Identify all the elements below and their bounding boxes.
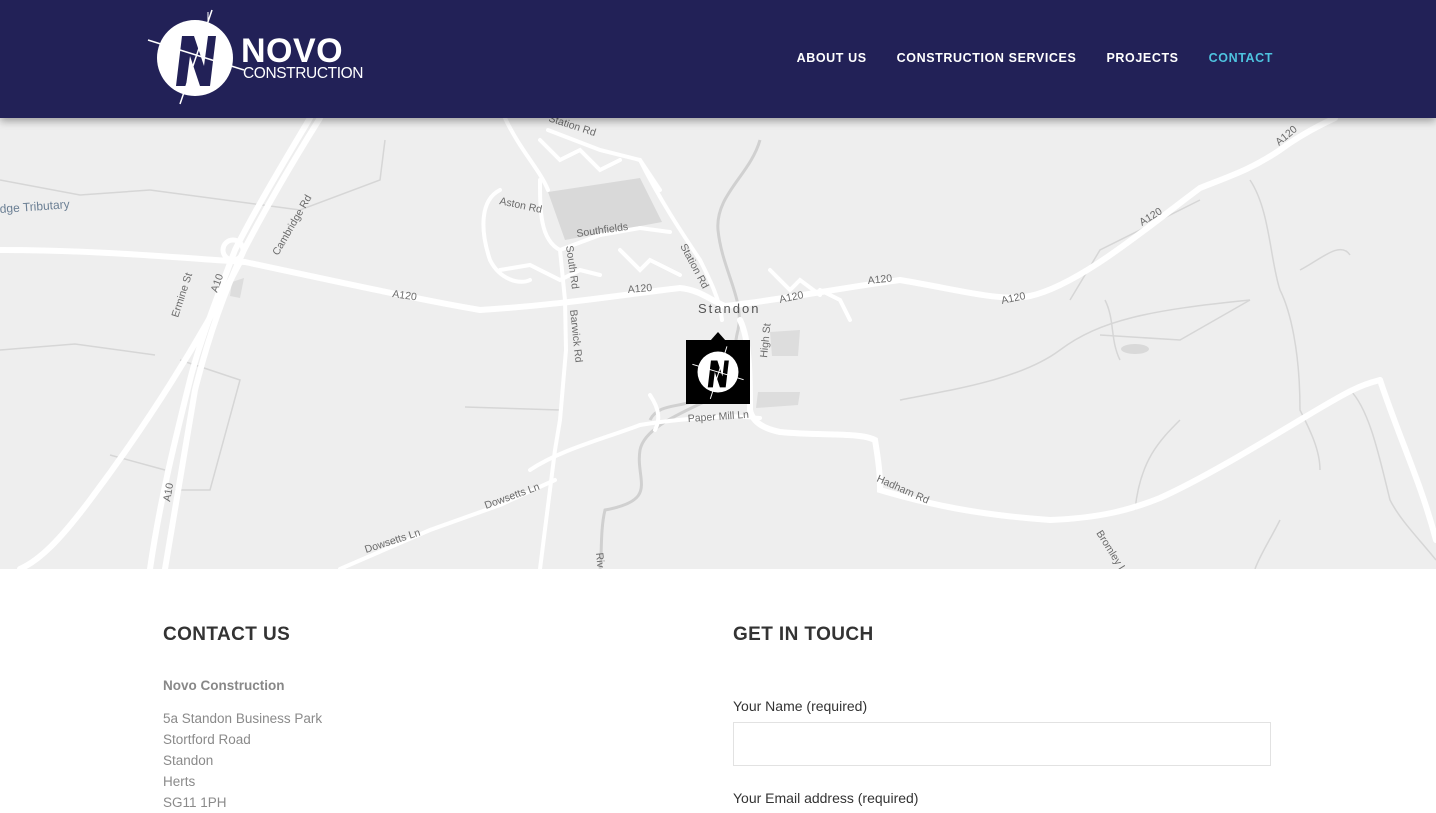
contact-section: CONTACT US Novo Construction 5a Standon … bbox=[163, 622, 683, 810]
address-line: Stortford Road bbox=[163, 732, 251, 747]
map-label-cambridge-rd: Cambridge Rd bbox=[270, 193, 314, 258]
location-map[interactable]: dge Tributary Cambridge Rd Ermine St A10… bbox=[0, 118, 1436, 569]
novo-logo-icon bbox=[692, 346, 744, 400]
map-label-tributary: dge Tributary bbox=[0, 197, 70, 216]
map-label-a120-2: A120 bbox=[627, 282, 653, 296]
map-label-high-st: High St bbox=[758, 323, 774, 359]
get-in-touch-section: GET IN TOUCH Your Name (required) Your E… bbox=[733, 622, 1273, 806]
map-label-paper-mill-ln: Paper Mill Ln bbox=[687, 409, 749, 425]
map-label-aston-rd: Aston Rd bbox=[498, 195, 543, 216]
map-label-dowsetts-ln-2: Dowsetts Ln bbox=[363, 527, 422, 556]
nav-construction-services[interactable]: CONSTRUCTION SERVICES bbox=[897, 50, 1077, 66]
map-label-bromley: Bromley L bbox=[1093, 528, 1128, 569]
map-label-river: Riv bbox=[593, 552, 607, 569]
map-label-station-rd-top: Station Rd bbox=[547, 118, 597, 139]
address-line: 5a Standon Business Park bbox=[163, 711, 323, 726]
contact-heading: CONTACT US bbox=[163, 624, 291, 645]
nav-projects[interactable]: PROJECTS bbox=[1106, 50, 1178, 66]
map-label-a120-5: A120 bbox=[1000, 290, 1027, 307]
map-label-standon: Standon bbox=[698, 301, 760, 316]
map-marker[interactable] bbox=[686, 340, 750, 404]
map-label-south-rd: South Rd bbox=[563, 245, 581, 290]
map-label-dowsetts-ln-1: Dowsetts Ln bbox=[483, 481, 542, 512]
novo-logo[interactable]: NOVO CONSTRUCTION bbox=[146, 8, 366, 108]
logo-subtitle: CONSTRUCTION bbox=[243, 65, 364, 82]
address-line: Herts bbox=[163, 774, 196, 789]
company-name: Novo Construction bbox=[163, 678, 285, 693]
address-line: Standon bbox=[163, 753, 214, 768]
logo-word: NOVO bbox=[241, 32, 344, 70]
nav-about-us[interactable]: ABOUT US bbox=[797, 50, 867, 66]
map-label-ermine-st: Ermine St bbox=[169, 271, 195, 319]
name-label: Your Name (required) bbox=[733, 698, 868, 714]
form-heading: GET IN TOUCH bbox=[733, 624, 874, 645]
main-nav: ABOUT US CONSTRUCTION SERVICES PROJECTS … bbox=[767, 50, 1273, 66]
name-field[interactable] bbox=[733, 722, 1271, 766]
novo-logo-icon bbox=[147, 9, 245, 105]
map-label-a120-3: A120 bbox=[778, 289, 805, 306]
address-line: SG11 1PH bbox=[163, 795, 227, 810]
map-label-a120-1: A120 bbox=[392, 288, 418, 303]
site-header: NOVO CONSTRUCTION ABOUT US CONSTRUCTION … bbox=[0, 0, 1436, 118]
map-label-a120-4: A120 bbox=[867, 272, 893, 287]
nav-contact[interactable]: CONTACT bbox=[1209, 50, 1273, 66]
address-block: 5a Standon Business Park Stortford Road … bbox=[163, 708, 322, 813]
map-label-barwick-rd: Barwick Rd bbox=[567, 309, 585, 363]
